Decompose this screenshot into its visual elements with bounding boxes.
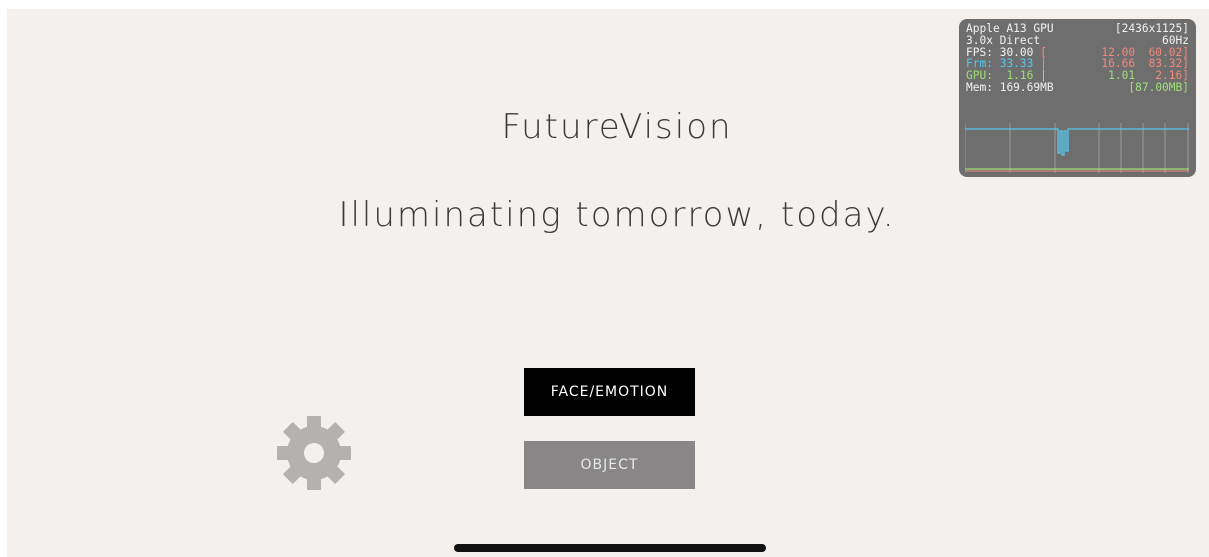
mem-value: 169.69MB [999, 80, 1054, 94]
mem-label: Mem: [966, 80, 993, 94]
face-emotion-button[interactable]: FACE/EMOTION [524, 368, 695, 416]
frame-time-graph [965, 123, 1189, 173]
app-screen: FutureVision Illuminating tomorrow, toda… [7, 9, 1209, 557]
app-tagline: Illuminating tomorrow, today. [338, 195, 896, 235]
settings-button[interactable] [275, 414, 353, 492]
performance-stats-overlay: Apple A13 GPU [2436x1125] 3.0x Direct 60… [959, 19, 1196, 177]
memory-row: Mem: 169.69MB [87.00MB] [966, 82, 1189, 94]
home-indicator[interactable] [454, 544, 766, 552]
object-button[interactable]: OBJECT [524, 441, 695, 489]
mem-extra: [87.00MB] [1128, 80, 1189, 94]
gear-icon [277, 416, 351, 490]
